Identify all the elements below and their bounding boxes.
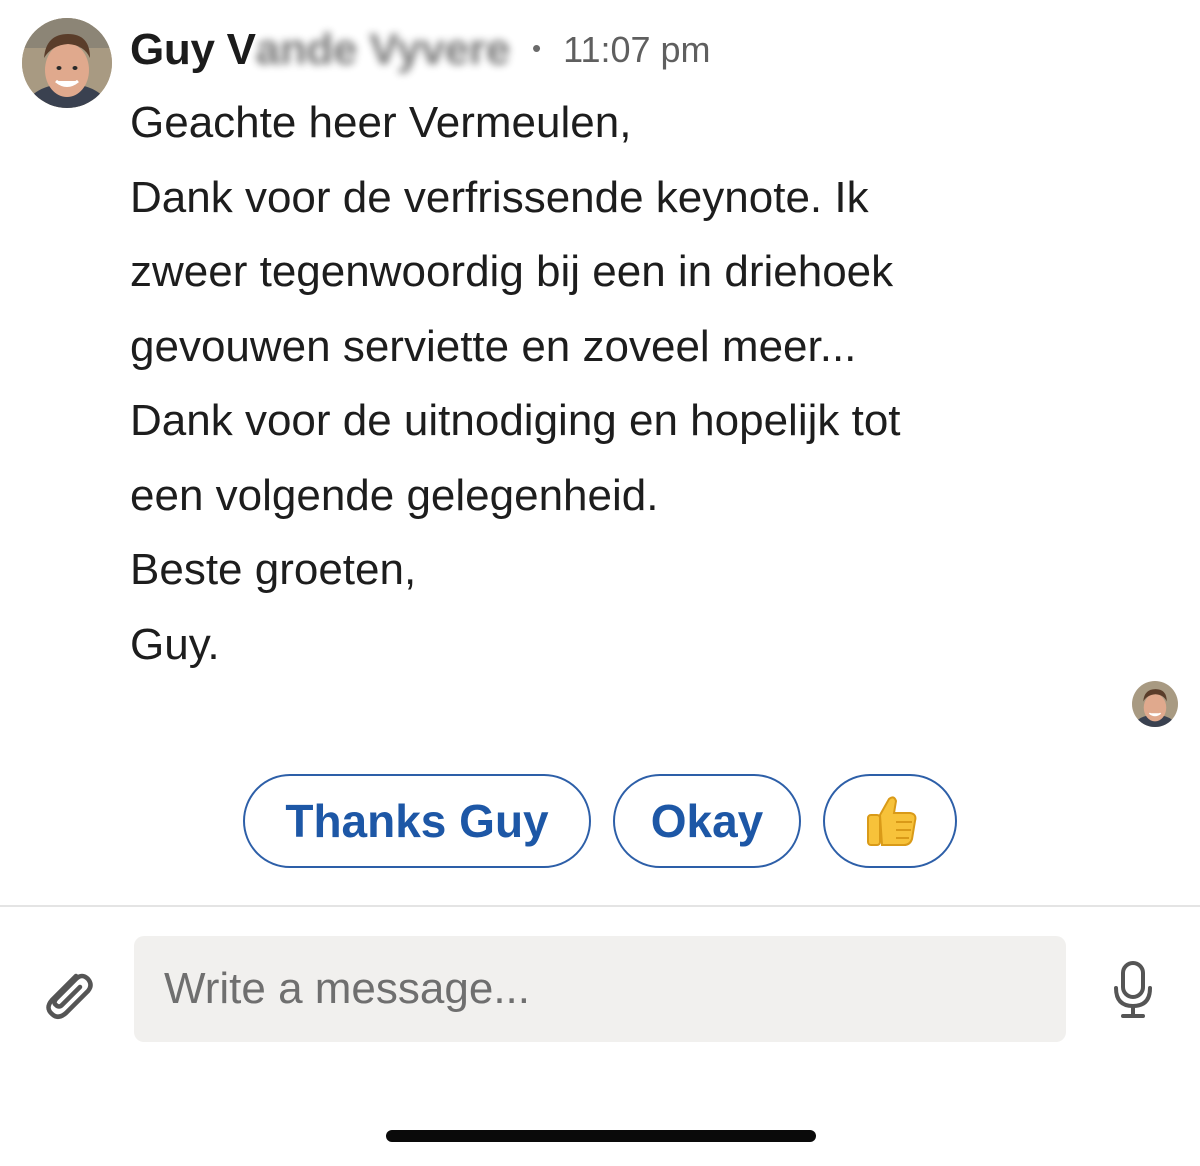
message-line: gevouwen serviette en zoveel meer...: [130, 321, 857, 371]
message-line: zweer tegenwoordig bij een in driehoek: [130, 247, 894, 296]
quick-reply-thanks-button[interactable]: Thanks Guy: [243, 774, 591, 868]
sender-name[interactable]: Guy Vande Vyvere: [130, 25, 510, 75]
sender-name-visible: Guy V: [130, 25, 256, 74]
paperclip-icon[interactable]: [36, 962, 98, 1024]
microphone-icon[interactable]: [1112, 960, 1154, 1020]
message-line: Guy.: [130, 619, 220, 669]
message-header: Guy Vande Vyvere • 11:07 pm: [130, 20, 711, 80]
read-receipt-avatar: [1132, 681, 1178, 727]
quick-replies: Thanks Guy Okay: [243, 774, 957, 868]
thumbs-up-icon: [867, 796, 917, 846]
home-indicator[interactable]: [386, 1130, 816, 1142]
composer-divider: [0, 905, 1200, 907]
message-line: Geachte heer Vermeulen,: [130, 98, 632, 147]
message-timestamp: 11:07 pm: [563, 29, 711, 70]
quick-reply-thumbs-up-button[interactable]: [823, 774, 957, 868]
message-line: Dank voor de verfrissende keynote. Ik: [130, 172, 869, 222]
sender-name-obscured: ande Vyvere: [255, 25, 511, 74]
chat-screen: Guy Vande Vyvere • 11:07 pm Geachte heer…: [0, 0, 1200, 1166]
message-body: Geachte heer Vermeulen, Dank voor de ver…: [130, 86, 1090, 682]
message-line: een volgende gelegenheid.: [130, 470, 659, 520]
header-separator: •: [532, 32, 542, 63]
message-input[interactable]: [134, 936, 1066, 1042]
quick-reply-okay-button[interactable]: Okay: [613, 774, 801, 868]
message-line: Beste groeten,: [130, 545, 417, 594]
message-line: Dank voor de uitnodiging en hopelijk tot: [130, 396, 901, 445]
sender-avatar[interactable]: [22, 18, 112, 108]
